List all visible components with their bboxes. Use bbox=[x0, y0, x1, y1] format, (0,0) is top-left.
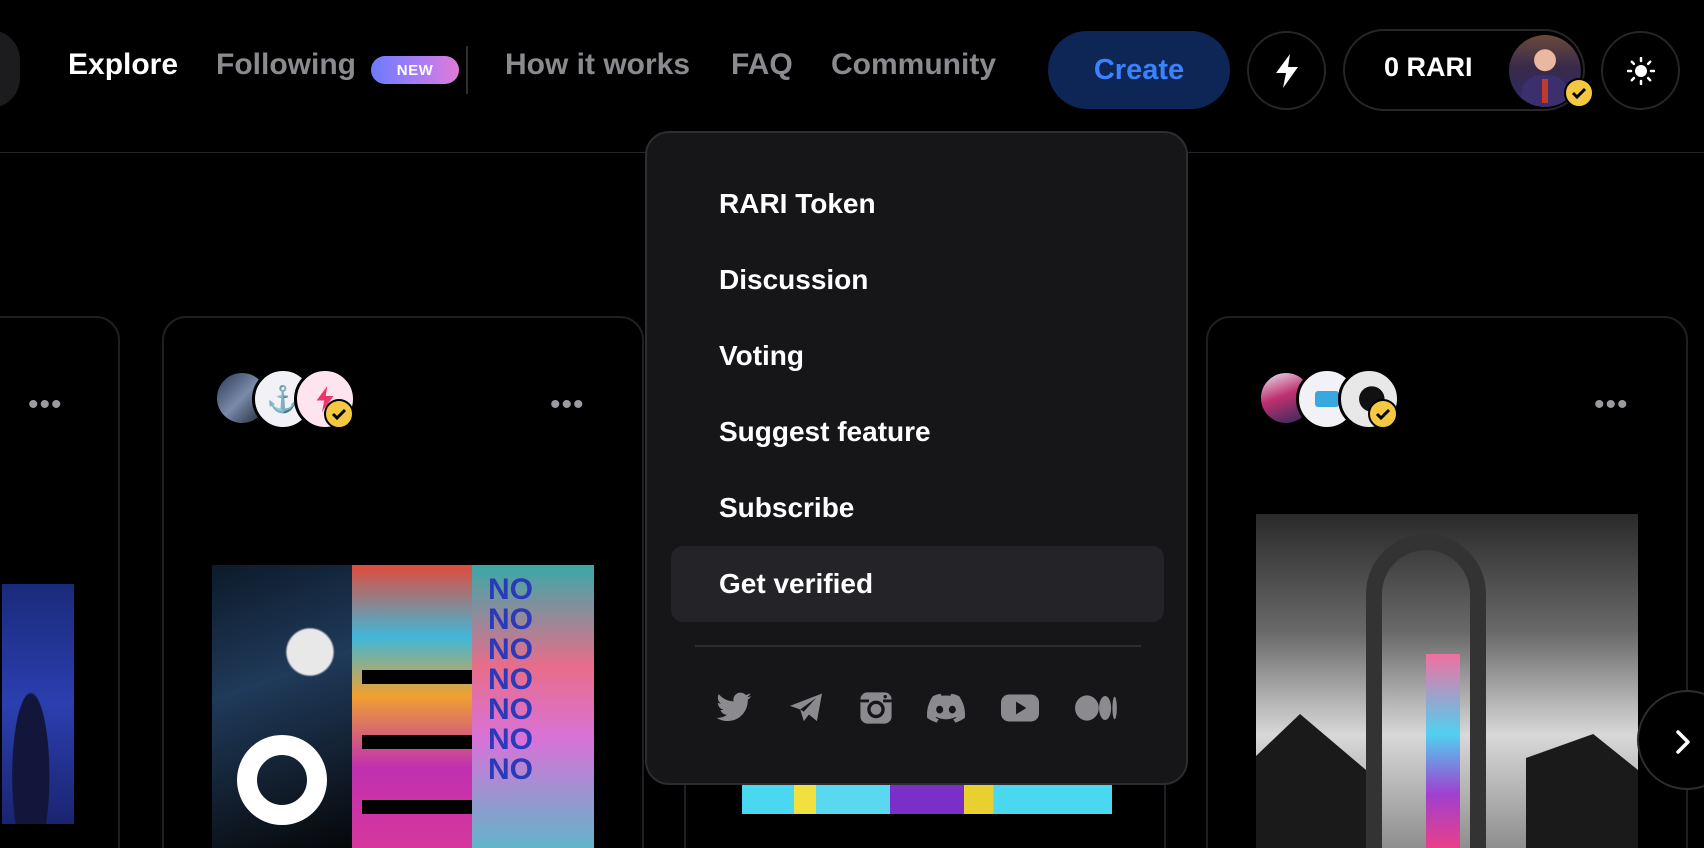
nav-community[interactable]: Community bbox=[831, 48, 996, 82]
medium-link[interactable] bbox=[1071, 686, 1121, 730]
nft-card[interactable]: ⚓ ••• NO NO NO NO NO NO NO bbox=[162, 316, 644, 848]
nav-faq[interactable]: FAQ bbox=[731, 48, 793, 82]
chevron-right-icon bbox=[1676, 730, 1690, 754]
more-options-button[interactable]: ••• bbox=[550, 390, 585, 420]
nft-artwork[interactable] bbox=[2, 584, 74, 824]
discord-icon bbox=[927, 693, 965, 723]
more-options-button[interactable]: ••• bbox=[28, 390, 63, 420]
menu-item-subscribe[interactable]: Subscribe bbox=[671, 470, 1164, 546]
twitter-link[interactable] bbox=[711, 686, 757, 730]
more-options-button[interactable]: ••• bbox=[1594, 390, 1629, 420]
youtube-link[interactable] bbox=[997, 686, 1043, 730]
menu-item-suggest-feature[interactable]: Suggest feature bbox=[671, 394, 1164, 470]
telegram-link[interactable] bbox=[783, 686, 829, 730]
twitter-icon bbox=[716, 692, 752, 721]
search-button-partial[interactable] bbox=[0, 30, 20, 108]
medium-icon bbox=[1075, 695, 1117, 721]
menu-item-voting[interactable]: Voting bbox=[671, 318, 1164, 394]
nft-card[interactable]: ••• bbox=[1206, 316, 1688, 848]
menu-item-discussion[interactable]: Discussion bbox=[671, 242, 1164, 318]
nft-artwork[interactable] bbox=[742, 784, 1112, 814]
nav-following[interactable]: Following bbox=[216, 48, 356, 82]
menu-item-label: Get verified bbox=[719, 568, 874, 599]
wallet-balance: 0 RARI bbox=[1384, 52, 1473, 82]
nav-divider bbox=[466, 46, 468, 94]
nft-artwork[interactable]: NO NO NO NO NO NO NO bbox=[212, 565, 594, 848]
nft-artwork[interactable] bbox=[1256, 514, 1638, 848]
create-button[interactable]: Create bbox=[1048, 31, 1230, 109]
menu-item-get-verified[interactable]: Get verified bbox=[671, 546, 1164, 622]
lightning-icon bbox=[1275, 53, 1298, 88]
youtube-icon bbox=[1001, 694, 1039, 722]
menu-item-label: Subscribe bbox=[719, 492, 855, 523]
menu-item-label: Voting bbox=[719, 340, 805, 371]
activity-button[interactable] bbox=[1247, 31, 1326, 110]
instagram-link[interactable] bbox=[853, 686, 899, 730]
verified-icon bbox=[1564, 78, 1594, 108]
menu-item-label: RARI Token bbox=[719, 188, 876, 219]
verified-icon bbox=[1368, 399, 1398, 429]
theme-toggle-button[interactable] bbox=[1601, 31, 1680, 110]
menu-item-label: Suggest feature bbox=[719, 416, 931, 447]
nft-card[interactable]: ••• bbox=[0, 316, 120, 848]
verified-icon bbox=[324, 399, 354, 429]
telegram-icon bbox=[790, 693, 822, 722]
nav-how-it-works[interactable]: How it works bbox=[505, 48, 690, 82]
discord-link[interactable] bbox=[923, 686, 969, 730]
menu-item-label: Discussion bbox=[719, 264, 869, 295]
menu-divider bbox=[695, 645, 1141, 647]
community-dropdown-menu: RARI Token Discussion Voting Suggest fea… bbox=[645, 131, 1188, 785]
wallet-button[interactable]: 0 RARI bbox=[1343, 29, 1594, 111]
instagram-icon bbox=[860, 692, 892, 724]
menu-item-rari-token[interactable]: RARI Token bbox=[671, 166, 1164, 242]
new-badge: NEW bbox=[371, 56, 459, 84]
sun-icon bbox=[1626, 56, 1655, 85]
nav-explore[interactable]: Explore bbox=[68, 48, 178, 82]
